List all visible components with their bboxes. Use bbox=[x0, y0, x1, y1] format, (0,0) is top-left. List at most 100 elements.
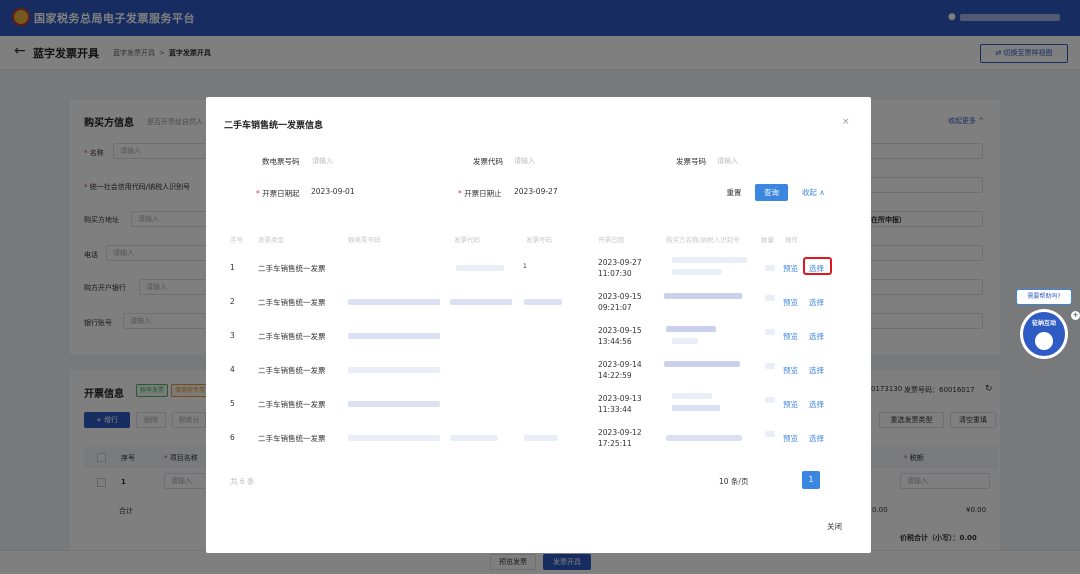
row-type: 二手车销售统一发票 bbox=[258, 264, 326, 273]
row-type: 二手车销售统一发票 bbox=[258, 434, 326, 443]
col-type: 发票类型 bbox=[258, 236, 284, 244]
col-number: 发票号码 bbox=[526, 236, 552, 244]
select-link[interactable]: 选择 bbox=[809, 365, 824, 376]
page-size-select[interactable]: 10 条/页 bbox=[719, 476, 748, 487]
einvoice-number-label: 数电票号码 bbox=[262, 157, 300, 166]
preview-link[interactable]: 预览 bbox=[783, 263, 798, 274]
invoice-number-input[interactable]: 请输入 bbox=[717, 156, 738, 166]
col-seq: 序号 bbox=[230, 236, 243, 244]
used-car-invoice-dialog: 二手车销售统一发票信息 × 数电票号码 请输入 发票代码 请输入 发票号码 请输… bbox=[206, 97, 871, 553]
redacted-buyer bbox=[664, 293, 742, 299]
redacted-qty bbox=[765, 363, 775, 369]
redacted-qty bbox=[765, 397, 775, 403]
select-link[interactable]: 选择 bbox=[809, 297, 824, 308]
redacted-einvoice bbox=[348, 367, 440, 373]
redacted-einvoice bbox=[348, 401, 440, 407]
invoice-number-label: 发票号码 bbox=[676, 157, 706, 166]
row-date: 2023-09-15 bbox=[598, 326, 642, 335]
redacted-qty bbox=[765, 329, 775, 335]
redacted-qty bbox=[765, 265, 775, 271]
redacted-einvoice bbox=[348, 299, 440, 305]
row-date: 2023-09-27 bbox=[598, 258, 642, 267]
page-button-active[interactable]: 1 bbox=[802, 471, 820, 489]
row-number-mark: 1 bbox=[523, 263, 527, 270]
table-row: 6 二手车销售统一发票 2023-09-12 17:25:11 预览 选择 bbox=[224, 423, 853, 457]
assistant-label: 征纳互动 bbox=[1031, 320, 1056, 327]
col-qty: 数量 bbox=[761, 236, 774, 244]
row-time: 14:22:59 bbox=[598, 371, 632, 380]
row-type: 二手车销售统一发票 bbox=[258, 332, 326, 341]
redacted-code bbox=[450, 435, 498, 441]
redacted-code bbox=[456, 265, 504, 271]
row-time: 13:44:56 bbox=[598, 337, 632, 346]
row-date: 2023-09-14 bbox=[598, 360, 642, 369]
preview-link[interactable]: 预览 bbox=[783, 399, 798, 410]
row-type: 二手车销售统一发票 bbox=[258, 298, 326, 307]
table-row: 4 二手车销售统一发票 2023-09-14 14:22:59 预览 选择 bbox=[224, 355, 853, 389]
redacted-number bbox=[524, 435, 558, 441]
table-row: 2 二手车销售统一发票 2023-09-15 09:21:07 预览 选择 bbox=[224, 287, 853, 321]
col-actions: 操作 bbox=[785, 236, 798, 244]
assistant-face-icon bbox=[1035, 332, 1053, 350]
select-link[interactable]: 选择 bbox=[809, 331, 824, 342]
row-time: 17:25:11 bbox=[598, 439, 632, 448]
row-date: 2023-09-15 bbox=[598, 292, 642, 301]
row-seq: 2 bbox=[230, 297, 235, 306]
einvoice-number-input[interactable]: 请输入 bbox=[312, 156, 333, 166]
redacted-buyer-id bbox=[672, 405, 720, 411]
start-date-label: * 开票日期起 bbox=[256, 189, 300, 198]
select-link[interactable]: 选择 bbox=[809, 399, 824, 410]
redacted-buyer-id bbox=[672, 269, 722, 275]
end-date-picker[interactable]: 2023-09-27 bbox=[514, 187, 558, 196]
col-einvoice: 数电票号码 bbox=[348, 236, 381, 244]
help-bubble[interactable]: 需要帮助吗? bbox=[1016, 289, 1072, 305]
dialog-close-button[interactable]: 关闭 bbox=[827, 521, 842, 532]
row-type: 二手车销售统一发票 bbox=[258, 366, 326, 375]
expand-plus-icon[interactable]: + bbox=[1071, 311, 1080, 320]
select-link-highlight bbox=[803, 257, 832, 275]
row-time: 09:21:07 bbox=[598, 303, 632, 312]
start-date-picker[interactable]: 2023-09-01 bbox=[311, 187, 355, 196]
redacted-buyer bbox=[672, 393, 712, 399]
assistant-avatar-icon[interactable]: 征纳互动 bbox=[1020, 309, 1068, 359]
redacted-number bbox=[524, 299, 562, 305]
redacted-buyer bbox=[666, 435, 742, 441]
row-seq: 1 bbox=[230, 263, 235, 272]
invoice-code-label: 发票代码 bbox=[473, 157, 503, 166]
pagination-total: 共 6 条 bbox=[230, 477, 255, 486]
row-type: 二手车销售统一发票 bbox=[258, 400, 326, 409]
dialog-title: 二手车销售统一发票信息 bbox=[224, 121, 324, 131]
row-date: 2023-09-13 bbox=[598, 394, 642, 403]
table-row: 1 二手车销售统一发票 1 2023-09-27 11:07:30 预览 选择 bbox=[224, 253, 853, 287]
col-date: 开票日期 bbox=[598, 236, 624, 244]
redacted-code bbox=[450, 299, 512, 305]
query-button[interactable]: 查询 bbox=[755, 184, 788, 201]
invoice-code-input[interactable]: 请输入 bbox=[514, 156, 535, 166]
row-seq: 6 bbox=[230, 433, 235, 442]
invoice-table-header: 序号 发票类型 数电票号码 发票代码 发票号码 开票日期 购买方名称/纳税人识别… bbox=[224, 234, 853, 246]
redacted-buyer bbox=[664, 361, 740, 367]
reset-button[interactable]: 重置 bbox=[722, 185, 746, 201]
redacted-einvoice bbox=[348, 435, 440, 441]
row-date: 2023-09-12 bbox=[598, 428, 642, 437]
preview-link[interactable]: 预览 bbox=[783, 297, 798, 308]
redacted-buyer bbox=[672, 257, 747, 263]
preview-link[interactable]: 预览 bbox=[783, 365, 798, 376]
row-time: 11:07:30 bbox=[598, 269, 632, 278]
redacted-qty bbox=[765, 295, 775, 301]
redacted-einvoice bbox=[348, 333, 440, 339]
select-link[interactable]: 选择 bbox=[809, 433, 824, 444]
end-date-label: * 开票日期止 bbox=[458, 189, 502, 198]
collapse-filter-link[interactable]: 收起 ∧ bbox=[802, 187, 825, 198]
preview-link[interactable]: 预览 bbox=[783, 433, 798, 444]
close-icon[interactable]: × bbox=[842, 117, 850, 127]
table-row: 5 二手车销售统一发票 2023-09-13 11:33:44 预览 选择 bbox=[224, 389, 853, 423]
row-seq: 3 bbox=[230, 331, 235, 340]
redacted-buyer bbox=[666, 326, 716, 332]
col-buyer: 购买方名称/纳税人识别号 bbox=[666, 236, 740, 244]
redacted-qty bbox=[765, 431, 775, 437]
table-row: 3 二手车销售统一发票 2023-09-15 13:44:56 预览 选择 bbox=[224, 321, 853, 355]
preview-link[interactable]: 预览 bbox=[783, 331, 798, 342]
col-code: 发票代码 bbox=[454, 236, 480, 244]
row-seq: 5 bbox=[230, 399, 235, 408]
